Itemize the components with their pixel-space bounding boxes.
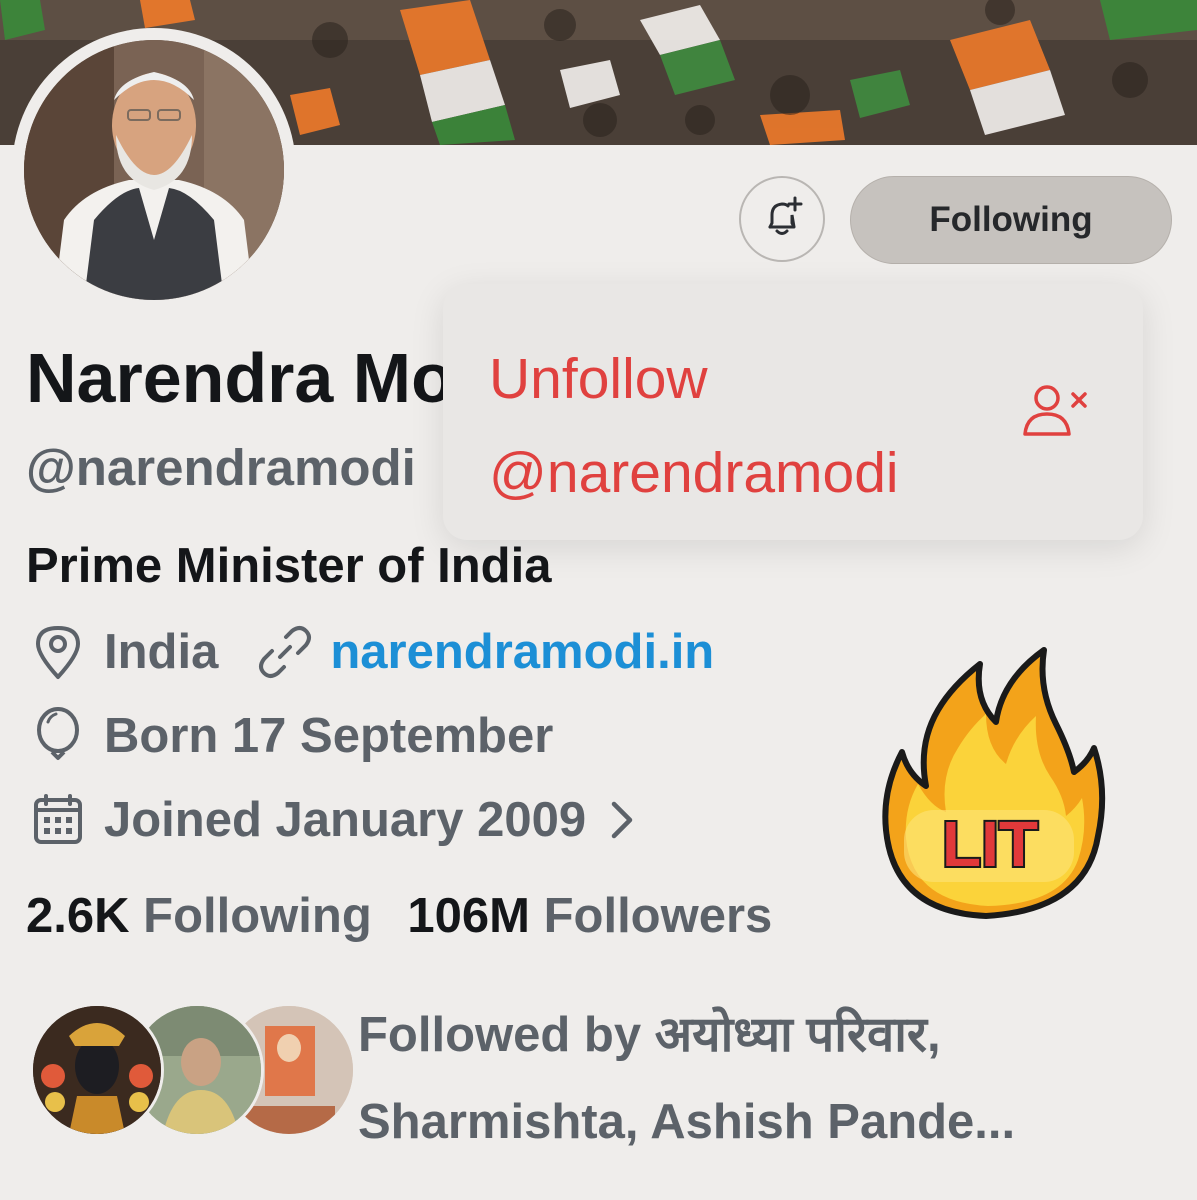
followed-by-text[interactable]: Followed by अयोध्या परिवार, Sharmishta, … xyxy=(358,992,1158,1166)
profile-meta-birthday-row: Born 17 September xyxy=(30,706,553,766)
profile-avatar[interactable] xyxy=(12,28,296,312)
followed-by-line2: Sharmishta, Ashish Pande... xyxy=(358,1095,1016,1149)
unfollow-menu-item[interactable]: Unfollow @narendramodi xyxy=(489,332,899,520)
birthday-text: Born 17 September xyxy=(104,709,554,763)
following-count: 2.6K xyxy=(26,889,130,943)
follower-avatar xyxy=(30,1003,164,1137)
following-stat-label: Following xyxy=(143,889,372,943)
followed-by-line1: Followed by अयोध्या परिवार, xyxy=(358,1008,941,1062)
following-stat[interactable]: 2.6K Following xyxy=(26,889,372,943)
profile-meta-joined-row[interactable]: Joined January 2009 xyxy=(30,790,636,850)
website-link[interactable]: narendramodi.in xyxy=(330,624,714,680)
profile-stats: 2.6K Following 106M Followers xyxy=(26,888,772,944)
unfollow-label: Unfollow xyxy=(489,347,708,411)
display-name: Narendra Modi xyxy=(26,339,444,417)
profile-handle: @narendramodi xyxy=(26,439,416,496)
person-remove-icon[interactable] xyxy=(1021,382,1093,447)
location-pin-icon xyxy=(30,622,86,682)
avatar-photo xyxy=(24,40,284,300)
unfollow-menu: Unfollow @narendramodi xyxy=(443,284,1143,540)
followers-count: 106M xyxy=(407,889,530,943)
followed-by-avatars[interactable] xyxy=(30,1003,356,1137)
link-icon xyxy=(256,623,314,681)
lit-sticker-text: LIT xyxy=(942,808,1038,880)
bell-plus-icon xyxy=(760,195,804,244)
following-button[interactable]: Following xyxy=(850,176,1172,264)
followers-stat-label: Followers xyxy=(543,889,773,943)
lit-fire-sticker: LIT xyxy=(874,640,1106,927)
followers-stat[interactable]: 106M Followers xyxy=(407,889,772,943)
unfollow-handle: @narendramodi xyxy=(489,441,899,505)
calendar-icon xyxy=(30,792,86,848)
joined-text: Joined January 2009 xyxy=(104,793,587,847)
profile-meta-location-row: India narendramodi.in xyxy=(30,622,714,682)
notify-button[interactable] xyxy=(739,176,825,262)
balloon-icon xyxy=(30,706,86,766)
profile-bio: Prime Minister of India xyxy=(26,539,552,593)
location-text: India xyxy=(104,625,219,679)
chevron-right-icon xyxy=(608,798,636,842)
